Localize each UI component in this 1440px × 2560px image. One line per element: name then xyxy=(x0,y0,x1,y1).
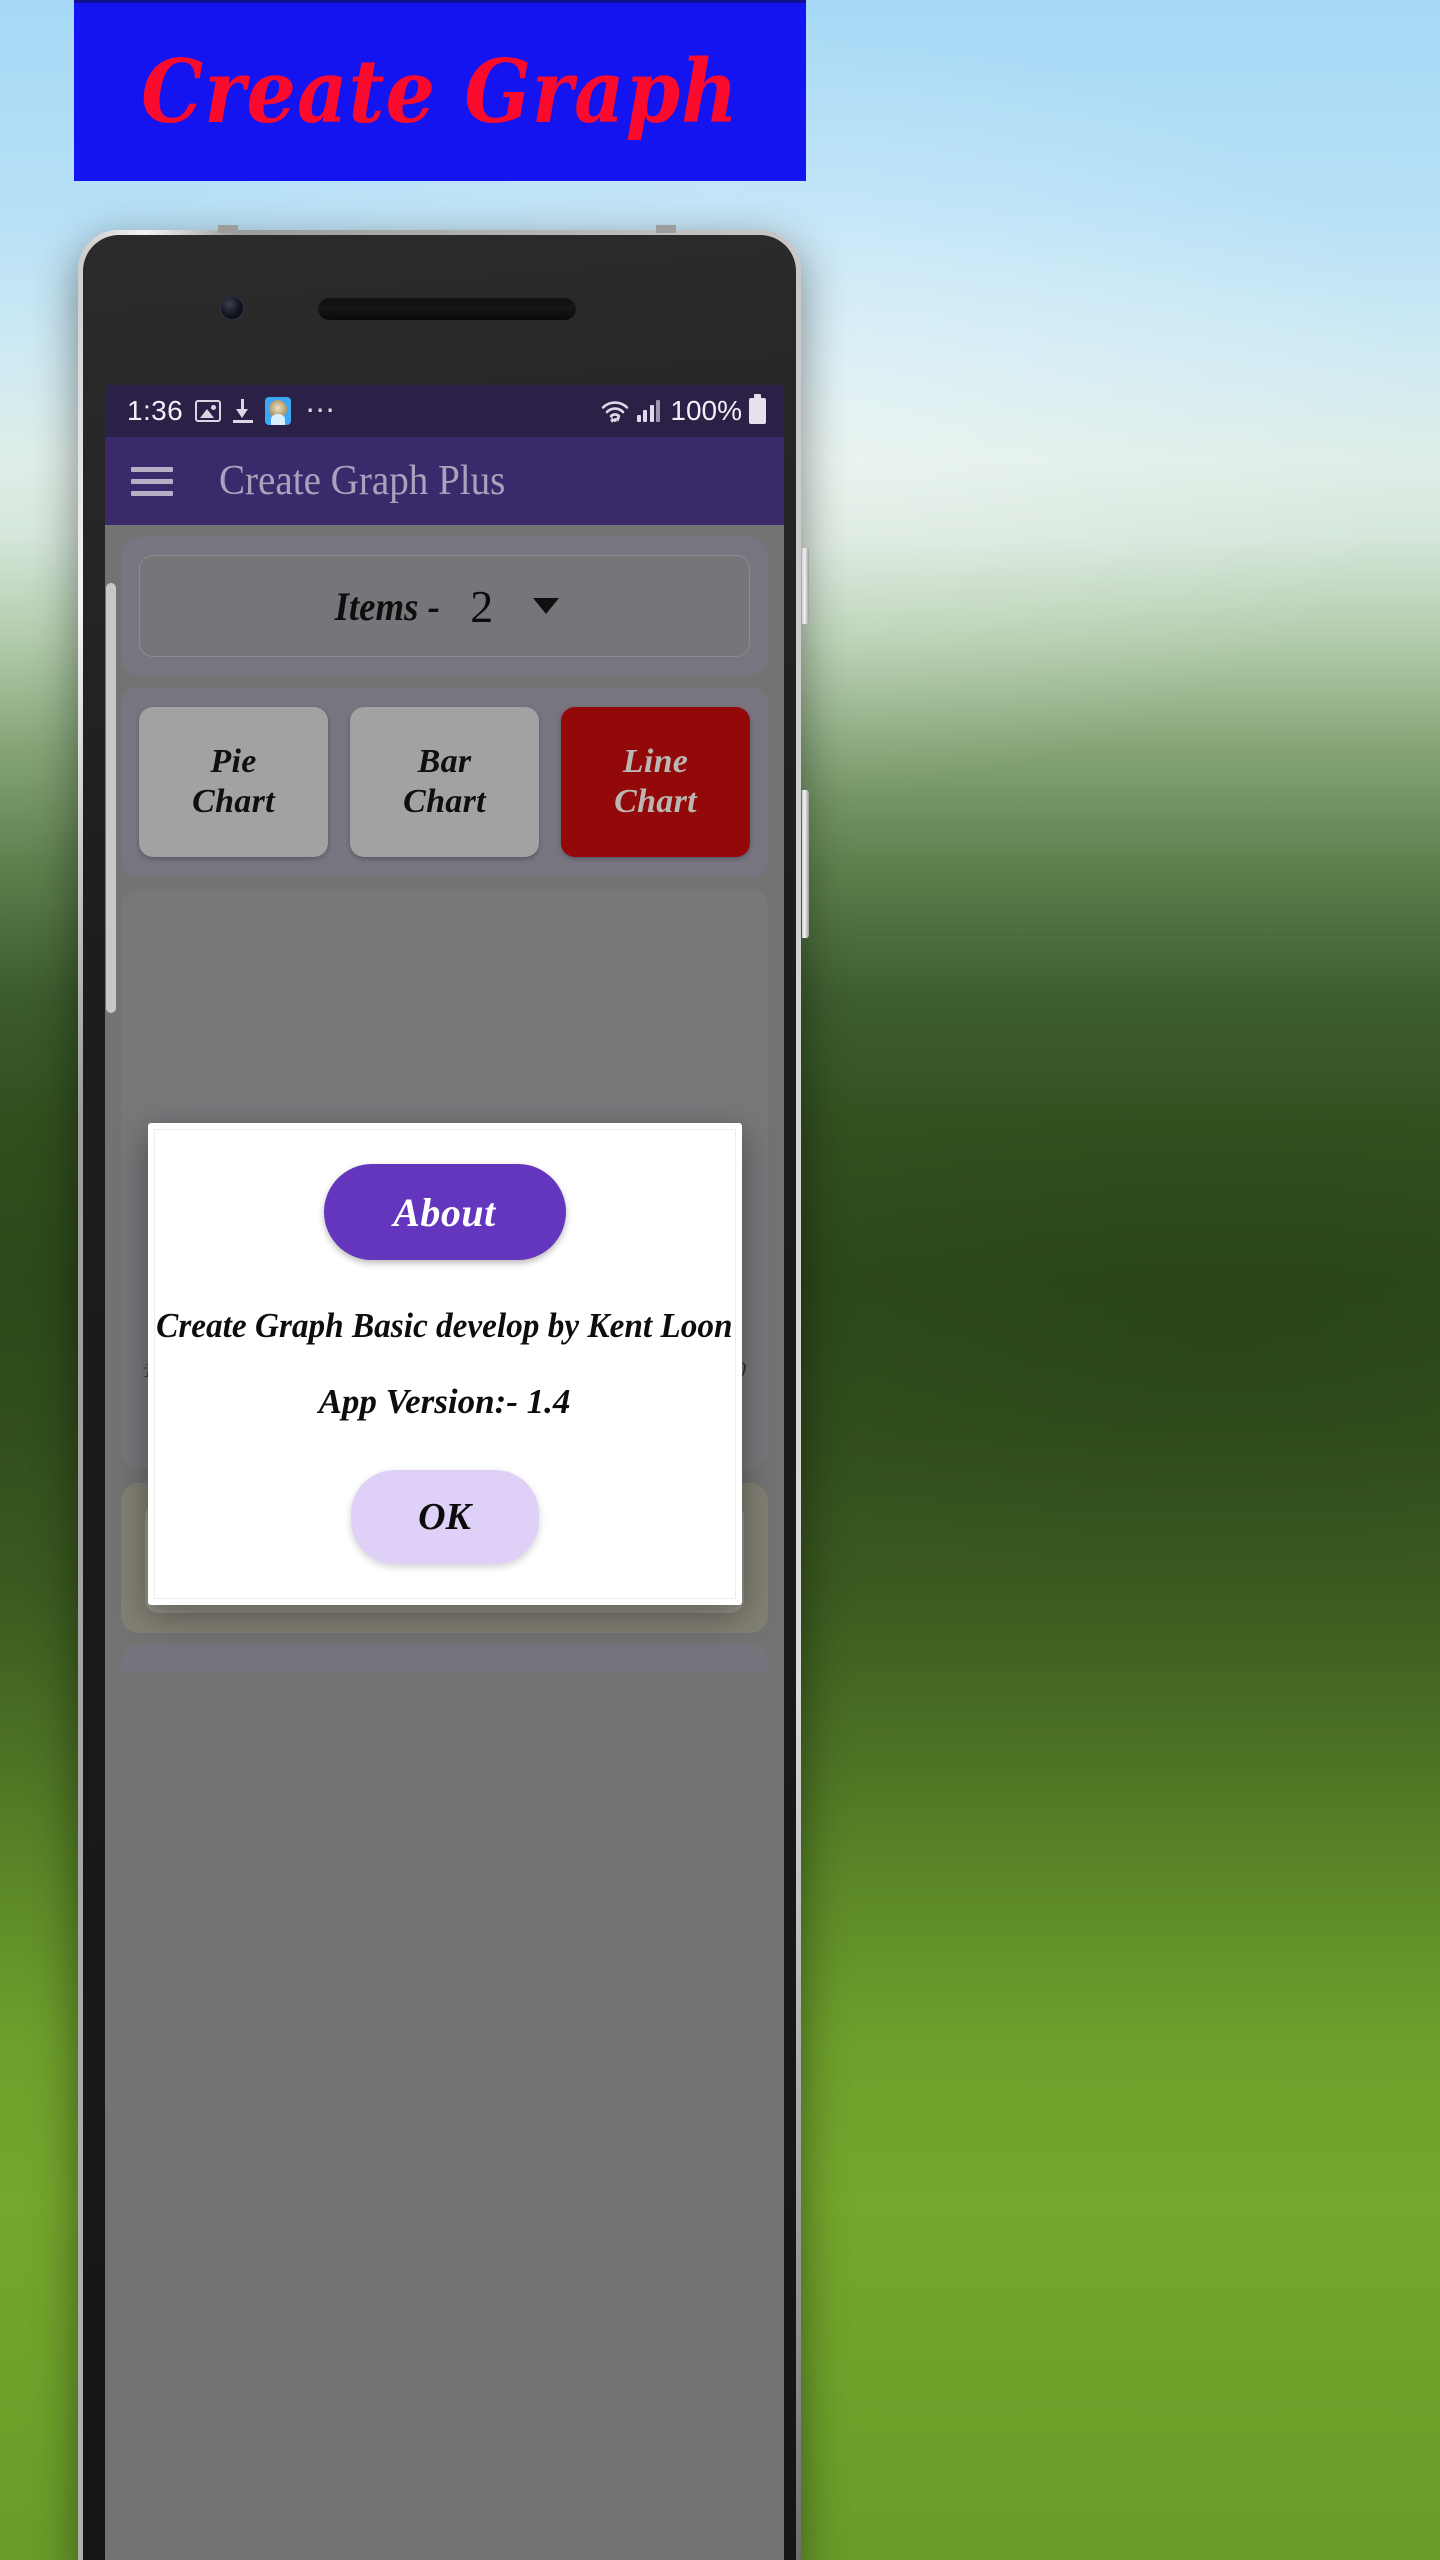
frame-antenna-right xyxy=(656,225,676,233)
battery-percent-label: 100% xyxy=(670,395,742,426)
about-heading-label: About xyxy=(393,1189,496,1235)
app-banner: Create Graph xyxy=(74,0,806,181)
volume-button[interactable] xyxy=(802,790,809,938)
about-version-text: App Version:- 1.4 xyxy=(318,1382,571,1421)
status-bar: 1:36 ⋯ 100% xyxy=(105,385,784,437)
clock-label: 1:36 xyxy=(127,395,184,426)
phone-screen: 1:36 ⋯ 100% Create Graph Plus Items - 2 … xyxy=(105,385,784,2560)
banner-title: Create Graph xyxy=(141,41,739,143)
ok-button[interactable]: OK xyxy=(350,1470,539,1564)
page-title: Create Graph Plus xyxy=(219,458,506,504)
status-bar-left: 1:36 ⋯ xyxy=(127,395,337,427)
front-camera-icon xyxy=(221,297,243,319)
image-icon xyxy=(195,400,222,422)
about-heading-button[interactable]: About xyxy=(323,1164,566,1260)
more-dots-icon: ⋯ xyxy=(305,394,338,427)
wifi-icon xyxy=(600,399,630,423)
about-developer-text: Create Graph Basic develop by Kent Loon xyxy=(156,1306,733,1345)
screen-content: Items - 2 Pie Chart Bar Chart Line Chart… xyxy=(105,525,784,2560)
hamburger-menu-icon[interactable] xyxy=(131,466,173,496)
power-button[interactable] xyxy=(802,548,809,624)
app-bar: Create Graph Plus xyxy=(105,437,784,525)
download-icon xyxy=(233,399,254,423)
about-dialog-body: About Create Graph Basic develop by Kent… xyxy=(153,1129,736,1599)
signal-bars-icon xyxy=(636,400,661,422)
battery-full-icon xyxy=(749,394,766,424)
phone-bezel: 1:36 ⋯ 100% Create Graph Plus Items - 2 … xyxy=(83,235,796,2560)
frame-antenna-left xyxy=(218,225,238,233)
about-dialog: About Create Graph Basic develop by Kent… xyxy=(147,1123,742,1605)
phone-device-frame: 1:36 ⋯ 100% Create Graph Plus Items - 2 … xyxy=(78,225,809,2560)
download-bar xyxy=(233,420,254,423)
status-bar-right: 100% xyxy=(600,394,766,427)
earpiece-speaker xyxy=(318,298,576,320)
wallpaper-background: Create Graph 1:36 ⋯ 100% Create Graph Pl… xyxy=(0,0,1440,2560)
app-notification-icon xyxy=(265,397,292,425)
ok-button-label: OK xyxy=(418,1496,471,1538)
